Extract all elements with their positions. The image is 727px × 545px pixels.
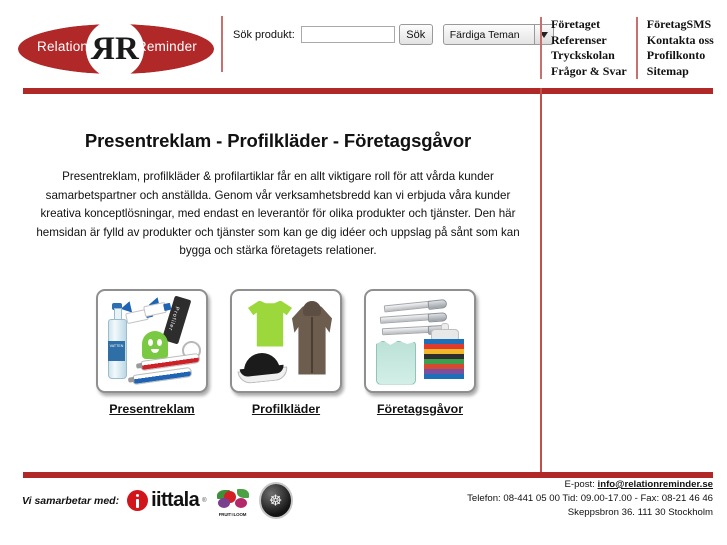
category-label-presentreklam[interactable]: Presentreklam xyxy=(109,402,194,416)
iittala-dot-icon xyxy=(127,490,149,511)
nav-link-foretagsms[interactable]: FöretagSMS xyxy=(647,17,714,33)
logo-word-right: Reminder xyxy=(136,39,197,54)
logo-monogram-circle: RR xyxy=(86,20,144,78)
fruit-of-the-loom-logo: FRUIT≡LOOM xyxy=(215,486,251,517)
nav-column-two: FöretagSMS Kontakta oss Profilkonto Site… xyxy=(635,17,714,80)
ghost-keyring-icon xyxy=(142,330,168,359)
logo-monogram: RR xyxy=(86,20,144,78)
category-card-presentreklam[interactable]: Profiler VATTEN Presentreklam xyxy=(96,288,208,416)
category-card-profilklader[interactable]: Profilkläder xyxy=(230,288,342,416)
leaf-icon xyxy=(236,488,249,498)
fruit-of-the-loom-wordmark: FRUIT≡LOOM xyxy=(218,511,247,517)
hood-icon xyxy=(303,300,321,316)
partners-strip: Vi samarbetar med: iittala ® FRUIT≡LOOM … xyxy=(22,482,293,519)
site-footer: Vi samarbetar med: iittala ® FRUIT≡LOOM … xyxy=(0,478,727,545)
primary-navigation: Företaget Referenser Tryckskolan Frågor … xyxy=(540,17,714,79)
category-label-profilklader[interactable]: Profilkläder xyxy=(252,402,320,416)
page-title: Presentreklam - Profilkläder - Företagsg… xyxy=(84,130,472,151)
search-input[interactable] xyxy=(300,26,395,43)
logo-monogram-letter: R xyxy=(115,30,139,67)
nav-column-one: Företaget Referenser Tryckskolan Frågor … xyxy=(551,17,627,79)
search-label: Sök produkt: xyxy=(233,28,295,41)
site-logo[interactable]: Relation Reminder RR xyxy=(18,18,214,80)
logo-monogram-mirrored-letter: R xyxy=(94,30,115,67)
intro-paragraph: Presentreklam, profilkläder & profilarti… xyxy=(36,170,520,257)
search-row: Sök produkt: Sök Färdiga Teman xyxy=(233,24,554,45)
category-card-foretagsgavor[interactable]: Företagsgåvor xyxy=(364,288,476,416)
knife-icon xyxy=(381,324,448,335)
blue-triangle-icon xyxy=(120,298,136,313)
stacked-cups-icon xyxy=(424,322,464,383)
search-area: Sök produkt: Sök Färdiga Teman xyxy=(221,16,554,72)
iittala-trademark: ® xyxy=(202,497,207,504)
header-divider-rule xyxy=(23,88,713,94)
category-image-presentreklam: Profiler VATTEN xyxy=(96,288,208,393)
partners-label: Vi samarbetar med: xyxy=(22,494,120,507)
contact-phone-line: Telefon: 08-441 05 00 Tid: 09.00-17.00 -… xyxy=(467,493,713,504)
contact-email-line: E-post: info@relationreminder.se xyxy=(467,478,713,492)
zipper-icon xyxy=(311,316,313,373)
search-button[interactable]: Sök xyxy=(398,24,433,45)
usb-stick-icon xyxy=(143,301,172,317)
logo-word-left: Relation xyxy=(37,39,89,54)
nav-link-profilkonto[interactable]: Profilkonto xyxy=(647,48,714,64)
content-vertical-divider xyxy=(540,88,542,476)
badge-figure-icon: ☸ xyxy=(268,491,283,509)
site-header: Relation Reminder RR Sök produkt: Sök Fä… xyxy=(0,0,727,88)
grape-icon xyxy=(217,497,230,508)
main-content: Presentreklam - Profilkläder - Företagsg… xyxy=(23,100,533,416)
nav-link-fragor-svar[interactable]: Frågor & Svar xyxy=(551,64,627,80)
category-image-foretagsgavor xyxy=(364,288,476,393)
bottle-label-icon: VATTEN xyxy=(108,340,125,361)
theme-select[interactable]: Färdiga Teman xyxy=(442,24,554,45)
tshirt-icon xyxy=(248,300,292,347)
contact-info: E-post: info@relationreminder.se Telefon… xyxy=(467,478,713,520)
iittala-wordmark: iittala xyxy=(151,489,200,511)
knife-icon xyxy=(383,298,448,312)
email-link[interactable]: info@relationreminder.se xyxy=(598,479,713,490)
category-label-foretagsgavor[interactable]: Företagsgåvor xyxy=(377,402,463,416)
nav-link-sitemap[interactable]: Sitemap xyxy=(647,64,714,80)
glass-vase-icon xyxy=(376,340,416,385)
category-image-profilklader xyxy=(230,288,342,393)
nav-link-foretaget[interactable]: Företaget xyxy=(551,17,627,33)
knife-icon xyxy=(379,311,448,324)
partner-badge-logo: ☸ xyxy=(258,482,293,519)
contact-address-line: Skeppsbron 36. 111 30 Stockholm xyxy=(567,507,713,518)
iittala-logo: iittala ® xyxy=(127,489,207,512)
nav-link-referenser[interactable]: Referenser xyxy=(551,33,627,49)
nav-link-tryckskolan[interactable]: Tryckskolan xyxy=(551,48,627,64)
grape-icon xyxy=(234,497,247,508)
nav-link-kontakta-oss[interactable]: Kontakta oss xyxy=(647,33,714,49)
theme-select-value: Färdiga Teman xyxy=(449,28,520,41)
category-list: Profiler VATTEN Presentreklam Profilkläd… xyxy=(23,288,533,416)
email-label: E-post: xyxy=(564,479,595,490)
